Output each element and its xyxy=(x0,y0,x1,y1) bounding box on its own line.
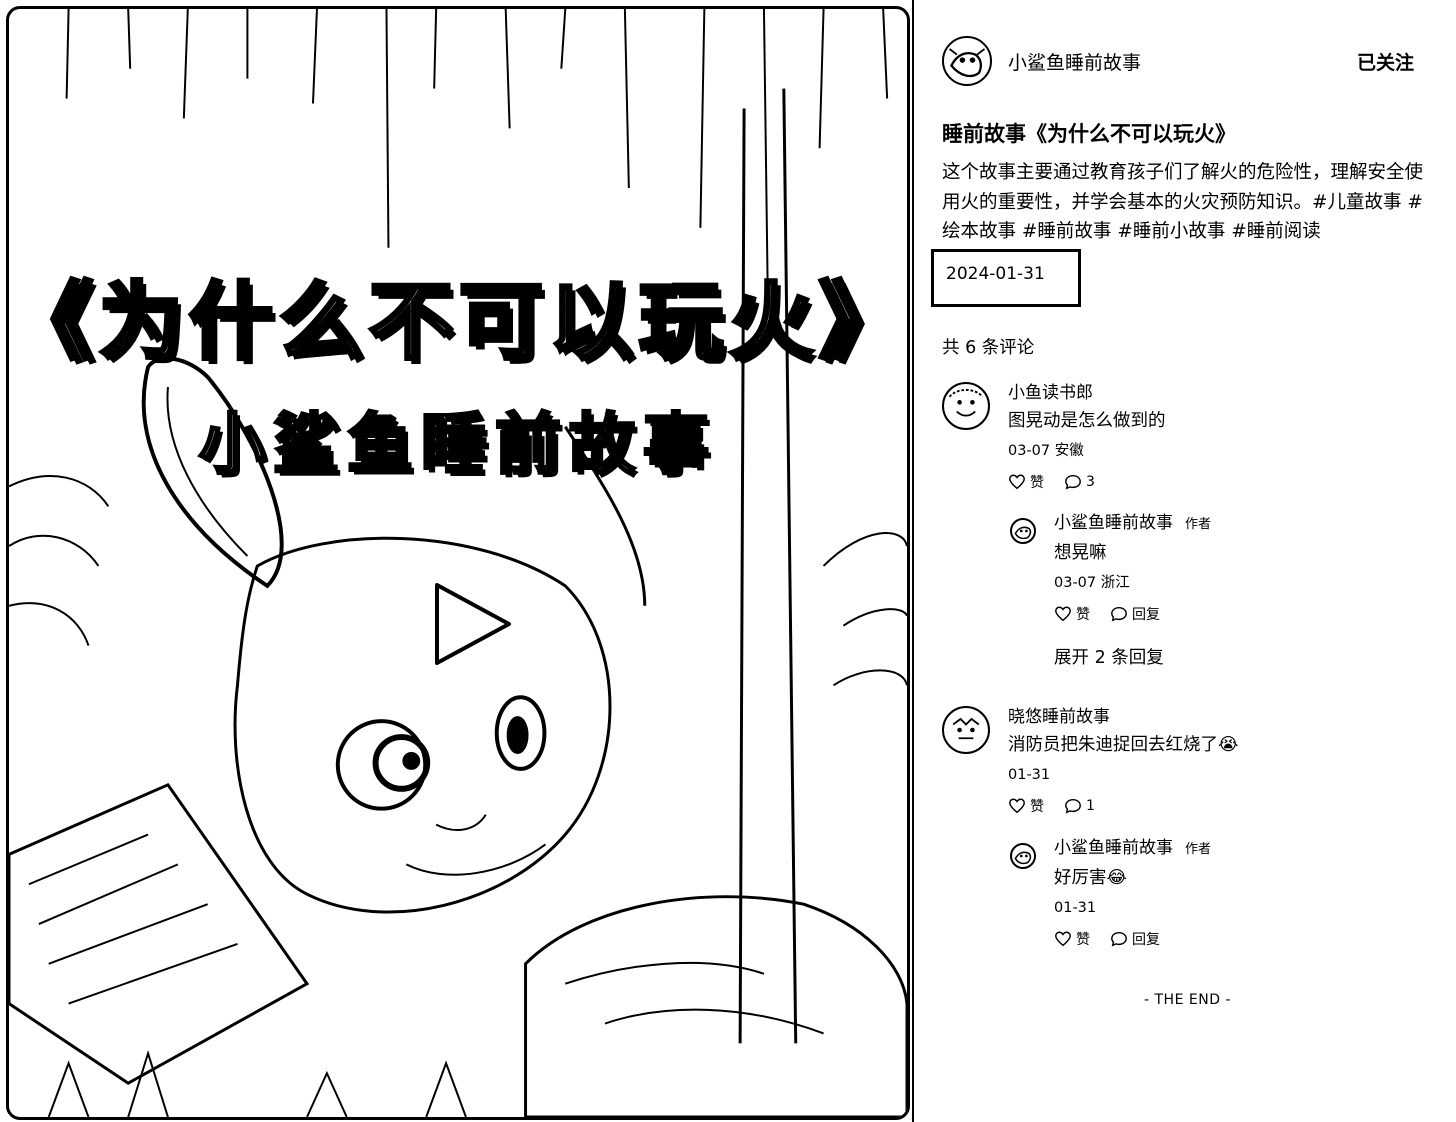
heart-icon xyxy=(1009,798,1025,814)
reply-label: 回复 xyxy=(1132,932,1160,948)
like-label: 赞 xyxy=(1030,475,1044,491)
author-badge: 作者 xyxy=(1185,517,1212,532)
heart-icon xyxy=(1055,931,1071,947)
reply-text: 好厉害😂 xyxy=(1054,868,1127,888)
speech-bubble-icon xyxy=(1065,474,1081,490)
speech-bubble-icon xyxy=(1065,798,1081,814)
speech-bubble-icon xyxy=(1111,931,1127,947)
follow-button[interactable]: 已关注 xyxy=(1339,44,1432,79)
comment-meta: 01-31 xyxy=(1008,767,1051,783)
author-avatar-small[interactable] xyxy=(1010,843,1036,869)
like-label: 赞 xyxy=(1030,799,1044,815)
author-header: 小鲨鱼睡前故事 已关注 xyxy=(942,36,1432,86)
hashtag[interactable]: #睡前故事 xyxy=(1022,221,1112,242)
cover-illustration xyxy=(9,9,907,1117)
reply-button[interactable]: 回复 xyxy=(1110,604,1160,624)
commenter-name[interactable]: 晓悠睡前故事 xyxy=(1008,706,1428,728)
heart-icon xyxy=(1009,474,1025,490)
commenter-avatar[interactable] xyxy=(942,382,990,430)
hashtag[interactable]: #睡前小故事 xyxy=(1117,221,1225,242)
heart-icon xyxy=(1055,606,1071,622)
author-avatar[interactable] xyxy=(942,36,992,86)
reply-label: 回复 xyxy=(1132,607,1160,623)
commenter-avatar[interactable] xyxy=(942,706,990,754)
end-of-comments: - THE END - xyxy=(1144,992,1231,1008)
reply-count: 1 xyxy=(1086,798,1095,814)
cover-title: 《为什么不可以玩火》 xyxy=(9,271,910,373)
hashtag[interactable]: #睡前阅读 xyxy=(1231,221,1321,242)
play-icon[interactable] xyxy=(429,579,515,669)
author-name[interactable]: 小鲨鱼睡前故事 xyxy=(1008,48,1141,75)
commenter-name[interactable]: 小鱼读书郎 xyxy=(1008,382,1428,404)
video-cover[interactable]: 《为什么不可以玩火》 小鲨鱼睡前故事 xyxy=(6,6,910,1120)
post-title: 睡前故事《为什么不可以玩火》 xyxy=(942,122,1236,146)
like-label: 赞 xyxy=(1076,607,1090,623)
like-button[interactable]: 赞 xyxy=(1054,929,1090,949)
comment-text: 图晃动是怎么做到的 xyxy=(1008,411,1166,431)
author-badge: 作者 xyxy=(1185,842,1212,857)
post-description: 这个故事主要通过教育孩子们了解火的危险性，理解安全使用火的重要性，并学会基本的火… xyxy=(942,158,1434,247)
expand-replies-button[interactable]: 展开 2 条回复 xyxy=(1054,644,1164,669)
speech-bubble-icon xyxy=(1111,606,1127,622)
reply-author-name[interactable]: 小鲨鱼睡前故事 xyxy=(1054,513,1173,533)
reply-meta: 03-07 浙江 xyxy=(1054,575,1130,591)
reply-text: 想晃嘛 xyxy=(1054,543,1107,563)
reply-button[interactable]: 3 xyxy=(1064,473,1095,491)
author-avatar-small[interactable] xyxy=(1010,518,1036,544)
reply-button[interactable]: 回复 xyxy=(1110,929,1160,949)
post-detail-panel: 小鲨鱼睡前故事 已关注 睡前故事《为什么不可以玩火》 这个故事主要通过教育孩子们… xyxy=(912,0,1456,1122)
comment-count: 共 6 条评论 xyxy=(942,338,1035,358)
reply-author-name[interactable]: 小鲨鱼睡前故事 xyxy=(1054,838,1173,858)
reply-meta: 01-31 xyxy=(1054,900,1097,916)
post-date: 2024-01-31 xyxy=(931,249,1081,307)
post-date-text: 2024-01-31 xyxy=(946,264,1045,284)
hashtag[interactable]: #儿童故事 xyxy=(1312,192,1402,213)
like-label: 赞 xyxy=(1076,932,1090,948)
reply-button[interactable]: 1 xyxy=(1064,797,1095,815)
cover-subtitle: 小鲨鱼睡前故事 xyxy=(198,405,717,485)
reply-count: 3 xyxy=(1086,474,1095,490)
like-button[interactable]: 赞 xyxy=(1008,796,1044,816)
comment-meta: 03-07 安徽 xyxy=(1008,443,1084,459)
like-button[interactable]: 赞 xyxy=(1054,604,1090,624)
comment-text: 消防员把朱迪捉回去红烧了😭 xyxy=(1008,735,1239,755)
like-button[interactable]: 赞 xyxy=(1008,472,1044,492)
